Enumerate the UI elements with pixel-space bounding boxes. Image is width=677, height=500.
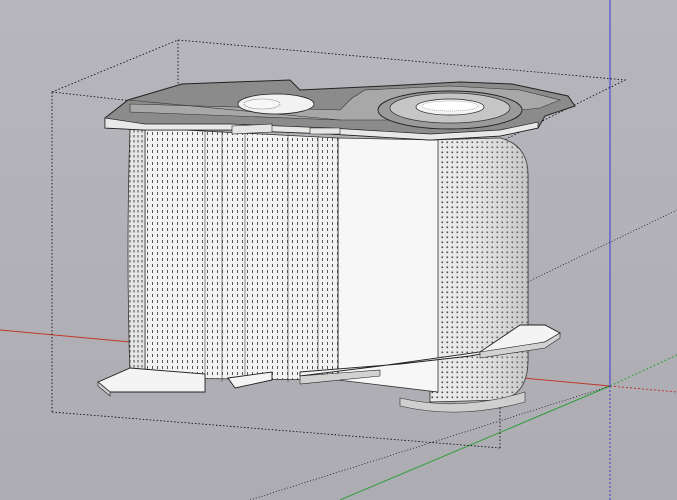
- red-axis-hidden: [609, 385, 677, 393]
- flat-panel[interactable]: [337, 137, 439, 393]
- left-hole[interactable]: [237, 93, 315, 115]
- perforated-body[interactable]: [144, 127, 339, 382]
- left-side-section[interactable]: [127, 127, 146, 379]
- green-axis-hidden: [609, 354, 677, 387]
- right-ring[interactable]: [377, 90, 523, 130]
- 3d-viewport[interactable]: [0, 0, 677, 500]
- scene-svg[interactable]: [0, 0, 677, 500]
